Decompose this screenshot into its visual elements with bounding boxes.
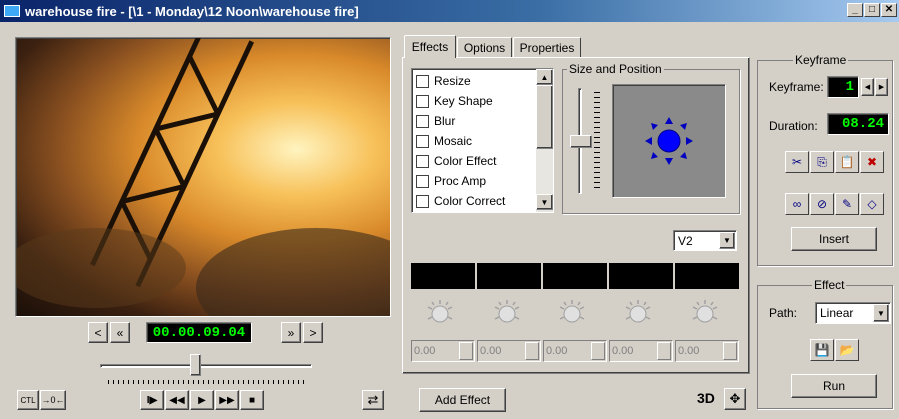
- loop-button[interactable]: ⇄: [362, 390, 384, 410]
- param-display: [675, 263, 739, 289]
- open-folder-icon[interactable]: 📂: [835, 339, 859, 361]
- scroll-down-icon[interactable]: ▼: [536, 194, 553, 210]
- spin-arrows-icon[interactable]: [723, 342, 737, 360]
- rewind-button[interactable]: «: [110, 322, 130, 343]
- spin-arrows-icon[interactable]: [591, 342, 605, 360]
- copy-icon[interactable]: ⎘: [810, 151, 834, 173]
- insert-button[interactable]: Insert: [791, 227, 877, 251]
- checkbox[interactable]: [416, 154, 429, 168]
- chevron-down-icon[interactable]: ▼: [719, 232, 735, 249]
- tab-properties[interactable]: Properties: [513, 37, 581, 58]
- param-display: [411, 263, 475, 289]
- keyframe-prev-icon[interactable]: ◀: [861, 78, 874, 96]
- maximize-button[interactable]: □: [864, 3, 880, 17]
- fire-scene-image: [16, 38, 390, 316]
- play-step-button[interactable]: I▶: [140, 390, 164, 410]
- list-item[interactable]: Mosaic: [412, 131, 534, 151]
- duration-label: Duration:: [769, 119, 818, 133]
- track-select[interactable]: V2 ▼: [673, 230, 737, 251]
- checkbox[interactable]: [416, 174, 429, 188]
- checkbox[interactable]: [416, 134, 429, 148]
- scrub-track[interactable]: [100, 364, 312, 368]
- close-button[interactable]: ✕: [881, 3, 897, 17]
- param-spinner[interactable]: 0.00: [411, 340, 475, 362]
- delete-icon[interactable]: ✖: [860, 151, 884, 173]
- scrub-ticks: [108, 380, 304, 384]
- chevron-down-icon[interactable]: ▼: [873, 304, 889, 322]
- fast-forward-button[interactable]: »: [281, 322, 301, 343]
- param-spinner[interactable]: 0.00: [609, 340, 673, 362]
- prev-frame-button[interactable]: <: [88, 322, 108, 343]
- list-item[interactable]: Key Shape: [412, 91, 534, 111]
- param-display: [477, 263, 541, 289]
- timecode-display: 00.00.09.04: [146, 322, 252, 343]
- checkbox[interactable]: [416, 194, 429, 208]
- tab-options[interactable]: Options: [457, 37, 512, 58]
- paste-icon[interactable]: 📋: [835, 151, 859, 173]
- fast-forward-transport-button[interactable]: ▶▶: [215, 390, 239, 410]
- position-pad[interactable]: [612, 84, 726, 198]
- param-spinner[interactable]: 0.00: [477, 340, 541, 362]
- param-display: [543, 263, 607, 289]
- title-bar[interactable]: warehouse fire - [\1 - Monday\12 Noon\wa…: [0, 0, 899, 22]
- size-slider-thumb[interactable]: [570, 135, 592, 148]
- add-effect-button[interactable]: Add Effect: [419, 388, 506, 412]
- scroll-up-icon[interactable]: ▲: [536, 69, 553, 85]
- list-item[interactable]: Color Correct: [412, 191, 534, 211]
- video-preview: [15, 37, 391, 317]
- effects-list[interactable]: Resize Key Shape Blur Mosaic Color Effec…: [411, 68, 554, 213]
- knob-icon[interactable]: [492, 298, 522, 328]
- keyframe-value: 1: [827, 76, 859, 98]
- brush-icon[interactable]: ✎: [835, 193, 859, 215]
- next-frame-button[interactable]: >: [303, 322, 323, 343]
- keyframe-label: Keyframe:: [769, 80, 824, 94]
- ctl-button[interactable]: CTL: [17, 390, 39, 410]
- cut-icon[interactable]: ✂: [785, 151, 809, 173]
- move-arrows-icon[interactable]: ✥: [724, 388, 746, 410]
- stop-button[interactable]: ■: [240, 390, 264, 410]
- list-item[interactable]: Proc Amp: [412, 171, 534, 191]
- save-icon[interactable]: 💾: [810, 339, 834, 361]
- scroll-thumb[interactable]: [536, 85, 553, 149]
- app-icon: [4, 5, 20, 17]
- spin-arrows-icon[interactable]: [657, 342, 671, 360]
- run-button[interactable]: Run: [791, 374, 877, 398]
- keyframe-next-icon[interactable]: ▶: [875, 78, 888, 96]
- knob-icon[interactable]: [425, 298, 455, 328]
- window-title: warehouse fire - [\1 - Monday\12 Noon\wa…: [25, 3, 359, 19]
- list-item[interactable]: Resize: [412, 71, 534, 91]
- knob-icon[interactable]: [690, 298, 720, 328]
- play-button[interactable]: ▶: [190, 390, 214, 410]
- path-label: Path:: [769, 306, 798, 320]
- rewind-transport-button[interactable]: ◀◀: [165, 390, 189, 410]
- spin-arrows-icon[interactable]: [525, 342, 539, 360]
- unlink-icon[interactable]: ⊘: [810, 193, 834, 215]
- size-position-label: Size and Position: [567, 62, 664, 76]
- size-slider-ticks: [594, 92, 600, 192]
- eraser-icon[interactable]: ◇: [860, 193, 884, 215]
- param-display: [609, 263, 673, 289]
- knob-icon[interactable]: [623, 298, 653, 328]
- list-item[interactable]: Color Effect: [412, 151, 534, 171]
- goto-zero-button[interactable]: →0←: [40, 390, 66, 410]
- path-select[interactable]: Linear ▼: [815, 302, 891, 324]
- effects-list-scrollbar[interactable]: ▲ ▼: [536, 69, 553, 212]
- param-spinner[interactable]: 0.00: [675, 340, 739, 362]
- list-item[interactable]: Blur: [412, 111, 534, 131]
- param-spinner[interactable]: 0.00: [543, 340, 607, 362]
- knob-icon[interactable]: [557, 298, 587, 328]
- 3d-label: 3D: [697, 390, 715, 406]
- spin-arrows-icon[interactable]: [459, 342, 473, 360]
- position-control-icon: [645, 117, 693, 165]
- duration-value: 08.24: [827, 113, 889, 135]
- checkbox[interactable]: [416, 114, 429, 128]
- checkbox[interactable]: [416, 94, 429, 108]
- minimize-button[interactable]: _: [847, 3, 863, 17]
- checkbox[interactable]: [416, 74, 429, 88]
- keyframe-group-label: Keyframe: [793, 53, 849, 67]
- link-icon[interactable]: ∞: [785, 193, 809, 215]
- tab-effects[interactable]: Effects: [404, 35, 456, 58]
- scrub-thumb[interactable]: [190, 354, 202, 376]
- effect-group-label: Effect: [812, 278, 847, 292]
